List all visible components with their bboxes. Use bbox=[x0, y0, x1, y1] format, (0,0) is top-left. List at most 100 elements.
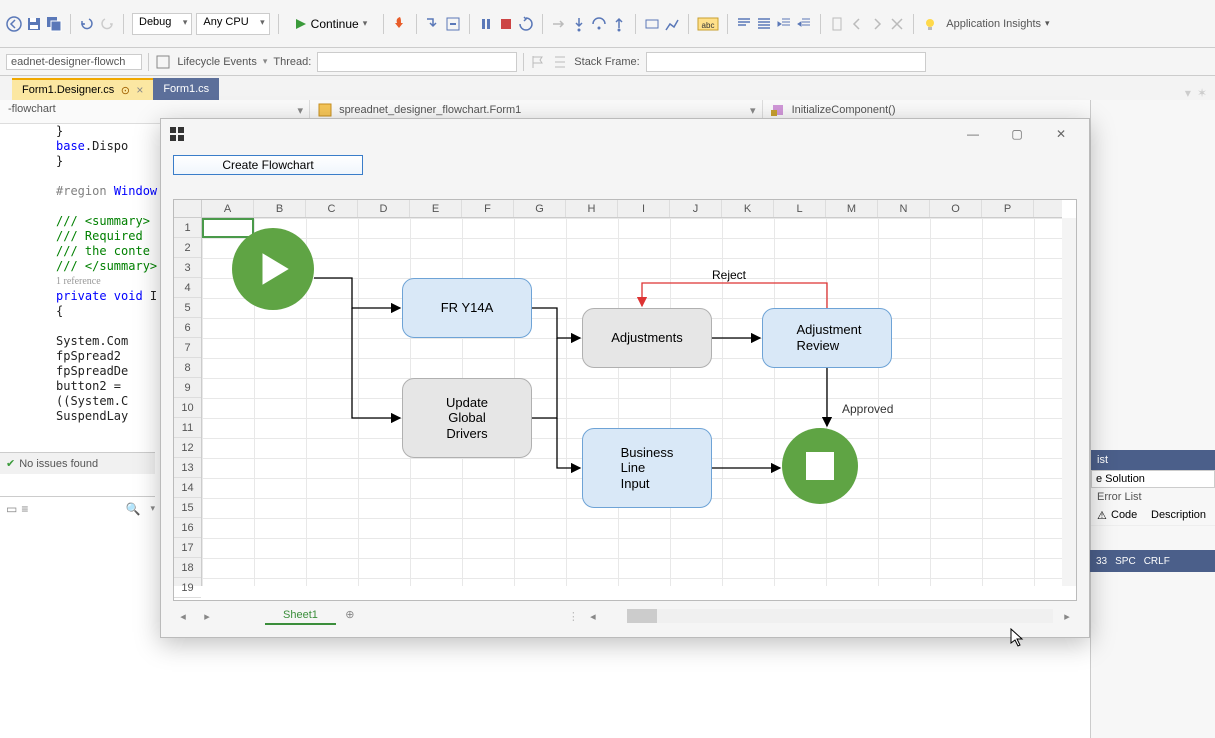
sheet-nav-prev-icon[interactable]: ▸ bbox=[197, 610, 217, 623]
stackframe-combo[interactable] bbox=[646, 52, 926, 72]
pin-icon[interactable]: ⊙ bbox=[120, 84, 130, 97]
app-titlebar[interactable]: — ▢ ✕ bbox=[161, 119, 1089, 149]
flowchart-node-update-drivers[interactable]: Update Global Drivers bbox=[402, 378, 532, 458]
col-header-B[interactable]: B bbox=[254, 200, 306, 217]
step-into-icon[interactable] bbox=[571, 16, 587, 32]
col-header-E[interactable]: E bbox=[410, 200, 462, 217]
restart-icon[interactable] bbox=[518, 16, 534, 32]
row-header-13[interactable]: 13 bbox=[174, 458, 201, 478]
lifecycle-label[interactable]: Lifecycle Events bbox=[177, 56, 256, 68]
tab-overflow-icon[interactable]: ▾ bbox=[1185, 86, 1191, 100]
row-header-16[interactable]: 16 bbox=[174, 518, 201, 538]
pause-icon[interactable] bbox=[478, 16, 494, 32]
bulb-icon[interactable] bbox=[922, 16, 938, 32]
col-header-I[interactable]: I bbox=[618, 200, 670, 217]
panel-header-list[interactable]: ist bbox=[1091, 450, 1215, 470]
settings-icon[interactable]: ✶ bbox=[1197, 86, 1207, 100]
maximize-button[interactable]: ▢ bbox=[997, 121, 1037, 147]
row-header-6[interactable]: 6 bbox=[174, 318, 201, 338]
col-header-F[interactable]: F bbox=[462, 200, 514, 217]
row-header-15[interactable]: 15 bbox=[174, 498, 201, 518]
col-header-A[interactable]: A bbox=[202, 200, 254, 217]
step-down-icon[interactable] bbox=[425, 16, 441, 32]
tool-icon-2[interactable] bbox=[664, 16, 680, 32]
redo-icon[interactable] bbox=[99, 16, 115, 32]
abc-icon[interactable]: abc bbox=[697, 16, 719, 32]
row-header-11[interactable]: 11 bbox=[174, 418, 201, 438]
close-button[interactable]: ✕ bbox=[1041, 121, 1081, 147]
close-icon[interactable]: × bbox=[136, 83, 143, 97]
hscroll-left-icon[interactable]: ◂ bbox=[583, 610, 603, 623]
col-header-H[interactable]: H bbox=[566, 200, 618, 217]
flowchart-end-node[interactable] bbox=[782, 428, 858, 504]
outdent-icon[interactable] bbox=[796, 16, 812, 32]
platform-combo[interactable]: Any CPU bbox=[196, 13, 269, 35]
error-list-label[interactable]: Error List bbox=[1091, 488, 1215, 506]
row-header-5[interactable]: 5 bbox=[174, 298, 201, 318]
col-header-O[interactable]: O bbox=[930, 200, 982, 217]
list-icon[interactable]: ≡ bbox=[21, 502, 28, 516]
row-header-1[interactable]: 1 bbox=[174, 218, 201, 238]
col-header-C[interactable]: C bbox=[306, 200, 358, 217]
back-icon[interactable] bbox=[6, 16, 22, 32]
grid-area[interactable]: FR Y14A Update Global Drivers Adjustment… bbox=[202, 218, 1062, 586]
tab-form1[interactable]: Form1.cs bbox=[153, 78, 219, 100]
col-header-D[interactable]: D bbox=[358, 200, 410, 217]
undo-icon[interactable] bbox=[79, 16, 95, 32]
step-right-icon[interactable] bbox=[551, 16, 567, 32]
sheet-tab-sheet1[interactable]: Sheet1 bbox=[265, 607, 336, 625]
tab-form1-designer[interactable]: Form1.Designer.cs ⊙ × bbox=[12, 78, 153, 100]
horizontal-scrollbar[interactable] bbox=[627, 609, 1053, 623]
uncomment-icon[interactable] bbox=[756, 16, 772, 32]
row-header-12[interactable]: 12 bbox=[174, 438, 201, 458]
row-header-19[interactable]: 19 bbox=[174, 578, 201, 598]
flag-icon[interactable] bbox=[530, 54, 546, 70]
solution-combo[interactable]: e Solution bbox=[1091, 470, 1215, 488]
create-flowchart-button[interactable]: Create Flowchart bbox=[173, 155, 363, 175]
bookmark-clear-icon[interactable] bbox=[889, 16, 905, 32]
vertical-scrollbar[interactable] bbox=[1062, 218, 1076, 586]
continue-button[interactable]: Continue ▾ bbox=[287, 15, 376, 33]
flowchart-start-node[interactable] bbox=[232, 228, 314, 310]
show-next-icon[interactable] bbox=[445, 16, 461, 32]
col-header-L[interactable]: L bbox=[774, 200, 826, 217]
flowchart-node-adjustment-review[interactable]: Adjustment Review bbox=[762, 308, 892, 368]
sheet-nav-first-icon[interactable]: ◂ bbox=[173, 610, 193, 623]
desc-col[interactable]: Description bbox=[1151, 509, 1206, 522]
stop-icon[interactable] bbox=[498, 16, 514, 32]
row-headers[interactable]: 12345678910111213141516171819 bbox=[174, 218, 202, 586]
row-header-3[interactable]: 3 bbox=[174, 258, 201, 278]
step-out-icon[interactable] bbox=[611, 16, 627, 32]
comment-icon[interactable] bbox=[736, 16, 752, 32]
tool-icon-1[interactable] bbox=[644, 16, 660, 32]
col-header-P[interactable]: P bbox=[982, 200, 1034, 217]
row-header-18[interactable]: 18 bbox=[174, 558, 201, 578]
bookmark-icon[interactable] bbox=[829, 16, 845, 32]
col-header-M[interactable]: M bbox=[826, 200, 878, 217]
dropdown-icon[interactable]: ▾ bbox=[363, 18, 368, 29]
column-headers[interactable]: ABCDEFGHIJKLMNOP bbox=[202, 200, 1062, 218]
row-header-7[interactable]: 7 bbox=[174, 338, 201, 358]
code-col[interactable]: Code bbox=[1111, 509, 1151, 522]
row-header-2[interactable]: 2 bbox=[174, 238, 201, 258]
hscroll-right-icon[interactable]: ▸ bbox=[1057, 610, 1077, 623]
config-combo[interactable]: Debug bbox=[132, 13, 192, 35]
row-header-14[interactable]: 14 bbox=[174, 478, 201, 498]
row-header-8[interactable]: 8 bbox=[174, 358, 201, 378]
row-header-10[interactable]: 10 bbox=[174, 398, 201, 418]
col-header-J[interactable]: J bbox=[670, 200, 722, 217]
save-icon[interactable] bbox=[26, 16, 42, 32]
row-header-17[interactable]: 17 bbox=[174, 538, 201, 558]
threads-icon[interactable] bbox=[552, 54, 568, 70]
minimize-button[interactable]: — bbox=[953, 121, 993, 147]
indent-icon[interactable] bbox=[776, 16, 792, 32]
app-insights-button[interactable]: Application Insights▾ bbox=[946, 18, 1049, 30]
save-all-icon[interactable] bbox=[46, 16, 62, 32]
splitter-icon[interactable]: ⋮ bbox=[568, 610, 579, 623]
flowchart-node-fr-y14a[interactable]: FR Y14A bbox=[402, 278, 532, 338]
col-header-N[interactable]: N bbox=[878, 200, 930, 217]
step-over-icon[interactable] bbox=[591, 16, 607, 32]
col-header-G[interactable]: G bbox=[514, 200, 566, 217]
bookmark-prev-icon[interactable] bbox=[849, 16, 865, 32]
row-header-4[interactable]: 4 bbox=[174, 278, 201, 298]
